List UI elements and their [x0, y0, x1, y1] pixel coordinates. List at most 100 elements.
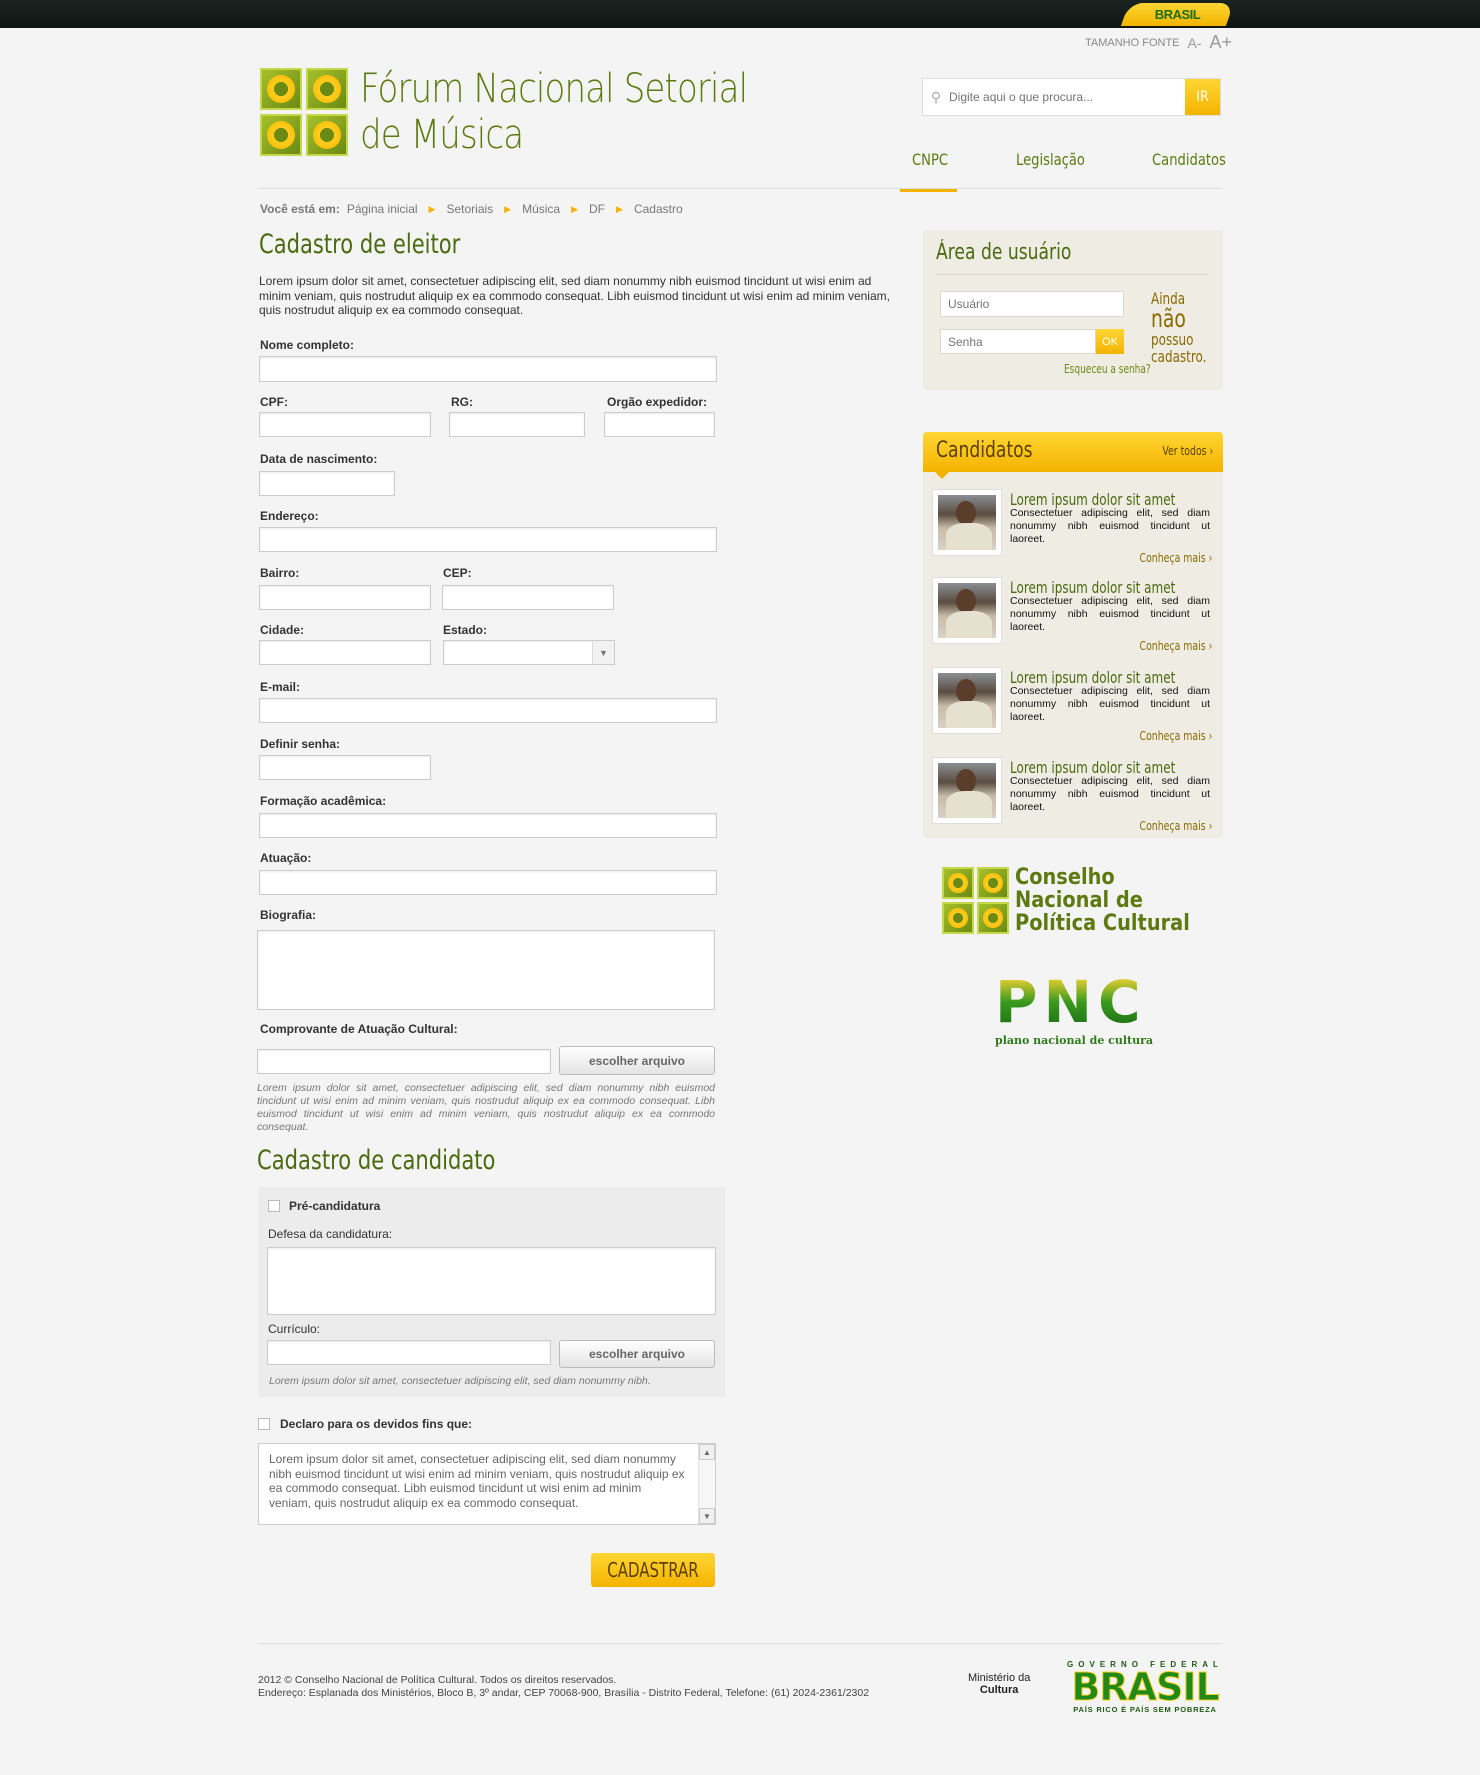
- pre-candidatura-checkbox[interactable]: [268, 1200, 280, 1212]
- breadcrumb-musica[interactable]: Música: [522, 202, 560, 216]
- decrease-font-button[interactable]: A-: [1188, 35, 1202, 51]
- candidate-more-link[interactable]: Conheça mais ›: [1139, 551, 1212, 565]
- biografia-textarea[interactable]: [257, 930, 715, 1010]
- senha-label: Definir senha:: [260, 737, 341, 751]
- brasil-tab[interactable]: BRASIL: [1120, 3, 1235, 26]
- bairro-label: Bairro:: [260, 566, 300, 580]
- breadcrumb-separator-icon: ▶: [616, 203, 623, 214]
- candidate-form-title: Cadastro de candidato: [257, 1145, 496, 1176]
- footer-copyright: 2012 © Conselho Nacional de Política Cul…: [258, 1674, 617, 1686]
- breadcrumb-setoriais[interactable]: Setoriais: [446, 202, 493, 216]
- cep-label: CEP:: [443, 566, 472, 580]
- atuacao-input[interactable]: [259, 870, 717, 895]
- email-input[interactable]: [259, 698, 717, 723]
- candidate-more-link[interactable]: Conheça mais ›: [1139, 819, 1212, 833]
- register-link[interactable]: Ainda não possuo cadastro.: [1151, 290, 1207, 365]
- submit-label: CADASTRAR: [607, 1558, 699, 1582]
- scroll-down-icon[interactable]: ▼: [699, 1508, 715, 1524]
- cnpc-logo-text: Conselho Nacional de Política Cultural: [1015, 866, 1190, 935]
- estado-label: Estado:: [443, 623, 488, 637]
- candidate-item[interactable]: Lorem ipsum dolor sit amet Consectetuer …: [932, 489, 1214, 579]
- breadcrumb-df[interactable]: DF: [589, 202, 605, 216]
- cpf-input[interactable]: [259, 412, 431, 437]
- footer-divider: [258, 1643, 1222, 1644]
- nav-legislacao[interactable]: Legislação: [1016, 150, 1085, 169]
- search-input[interactable]: [949, 79, 1185, 115]
- candidate-photo: [932, 667, 1002, 734]
- senha-input[interactable]: [259, 755, 431, 780]
- nascimento-label: Data de nascimento:: [260, 452, 378, 466]
- declaration-textarea[interactable]: Lorem ipsum dolor sit amet, consectetuer…: [258, 1443, 716, 1525]
- curriculo-note: Lorem ipsum dolor sit amet, consectetuer…: [269, 1375, 651, 1387]
- comprovante-file-input[interactable]: [257, 1049, 551, 1074]
- footer-info: 2012 © Conselho Nacional de Política Cul…: [258, 1674, 869, 1700]
- site-title: Fórum Nacional Setorial de Música: [360, 66, 748, 158]
- scroll-up-icon[interactable]: ▲: [699, 1444, 715, 1460]
- candidate-more-link[interactable]: Conheça mais ›: [1139, 729, 1212, 743]
- gov-brasil-logo[interactable]: GOVERNO FEDERAL BRASIL PAÍS RICO É PAÍS …: [1066, 1660, 1224, 1714]
- nascimento-input[interactable]: [259, 471, 395, 496]
- ministry-line2: Cultura: [979, 1684, 1019, 1696]
- candidates-header: Candidatos Ver todos ›: [923, 432, 1223, 479]
- site-logo[interactable]: Fórum Nacional Setorial de Música: [260, 66, 816, 158]
- user-area-divider: [936, 274, 1208, 275]
- top-bar: BRASIL: [0, 0, 1480, 28]
- candidate-photo: [932, 489, 1002, 556]
- cnpc-logo[interactable]: Conselho Nacional de Política Cultural: [942, 866, 1214, 935]
- formacao-label: Formação acadêmica:: [260, 794, 387, 808]
- register-line3: possuo: [1151, 330, 1194, 349]
- formacao-input[interactable]: [259, 813, 717, 838]
- chevron-down-icon[interactable]: ▼: [592, 641, 614, 664]
- candidate-item[interactable]: Lorem ipsum dolor sit amet Consectetuer …: [932, 667, 1214, 757]
- nav-candidatos[interactable]: Candidatos: [1152, 150, 1226, 169]
- see-all-link[interactable]: Ver todos ›: [1162, 444, 1213, 458]
- user-area: Área de usuário OK Esqueceu a senha? Ain…: [923, 230, 1223, 390]
- declaration-text: Lorem ipsum dolor sit amet, consectetuer…: [269, 1452, 685, 1510]
- rg-input[interactable]: [449, 412, 585, 437]
- ministry-logo[interactable]: Ministério da Cultura: [968, 1672, 1030, 1696]
- orgao-input[interactable]: [604, 412, 715, 437]
- declaration-checkbox[interactable]: [258, 1418, 270, 1430]
- increase-font-button[interactable]: A+: [1210, 32, 1233, 53]
- username-input[interactable]: [940, 291, 1124, 317]
- forgot-password-link[interactable]: Esqueceu a senha?: [1064, 362, 1151, 376]
- pnc-logo-subtitle: plano nacional de cultura: [995, 1034, 1154, 1047]
- user-area-title: Área de usuário: [936, 240, 1072, 265]
- candidate-item[interactable]: Lorem ipsum dolor sit amet Consectetuer …: [932, 577, 1214, 667]
- cnpc-line3: Política Cultural: [1015, 911, 1190, 936]
- curriculo-file-button[interactable]: escolher arquivo: [559, 1340, 715, 1368]
- breadcrumb-separator-icon: ▶: [428, 203, 436, 214]
- cep-input[interactable]: [442, 585, 614, 610]
- cidade-input[interactable]: [259, 640, 431, 665]
- gov-slogan: PAÍS RICO É PAÍS SEM POBREZA: [1073, 1705, 1217, 1714]
- brasil-label: BRASIL: [1154, 7, 1201, 22]
- scrollbar[interactable]: ▲ ▼: [698, 1444, 715, 1524]
- comprovante-file-button[interactable]: escolher arquivo: [559, 1046, 715, 1075]
- endereco-input[interactable]: [259, 527, 717, 552]
- breadcrumb-label: Você está em:: [260, 202, 340, 216]
- submit-button[interactable]: CADASTRAR: [591, 1553, 715, 1587]
- candidate-desc: Consectetuer adipiscing elit, sed diam n…: [1010, 595, 1210, 633]
- login-ok-button[interactable]: OK: [1096, 329, 1124, 354]
- site-title-line1: Fórum Nacional Setorial: [360, 66, 748, 112]
- estado-select[interactable]: ▼: [443, 640, 615, 665]
- biografia-label: Biografia:: [260, 908, 317, 922]
- bairro-input[interactable]: [259, 585, 431, 610]
- candidate-item[interactable]: Lorem ipsum dolor sit amet Consectetuer …: [932, 757, 1214, 847]
- defesa-textarea[interactable]: [267, 1247, 716, 1315]
- pnc-logo[interactable]: PNC plano nacional de cultura: [995, 968, 1154, 1058]
- cnpc-line2: Nacional de: [1015, 888, 1143, 913]
- cnpc-line1: Conselho: [1015, 865, 1115, 890]
- nav-cnpc[interactable]: CNPC: [912, 150, 948, 169]
- register-line4: cadastro.: [1151, 347, 1207, 366]
- font-size-label: TAMANHO FONTE: [1085, 36, 1180, 49]
- search-button[interactable]: IR: [1185, 79, 1220, 115]
- curriculo-file-input[interactable]: [267, 1340, 551, 1365]
- candidate-more-link[interactable]: Conheça mais ›: [1139, 639, 1212, 653]
- search-box: ⚲ IR: [922, 78, 1221, 116]
- orgao-label: Orgão expedidor:: [607, 395, 708, 409]
- pnc-logo-letters: PNC: [995, 968, 1147, 1036]
- nome-input[interactable]: [259, 356, 717, 382]
- password-input[interactable]: [940, 329, 1096, 354]
- breadcrumb-home[interactable]: Página inicial: [347, 202, 418, 216]
